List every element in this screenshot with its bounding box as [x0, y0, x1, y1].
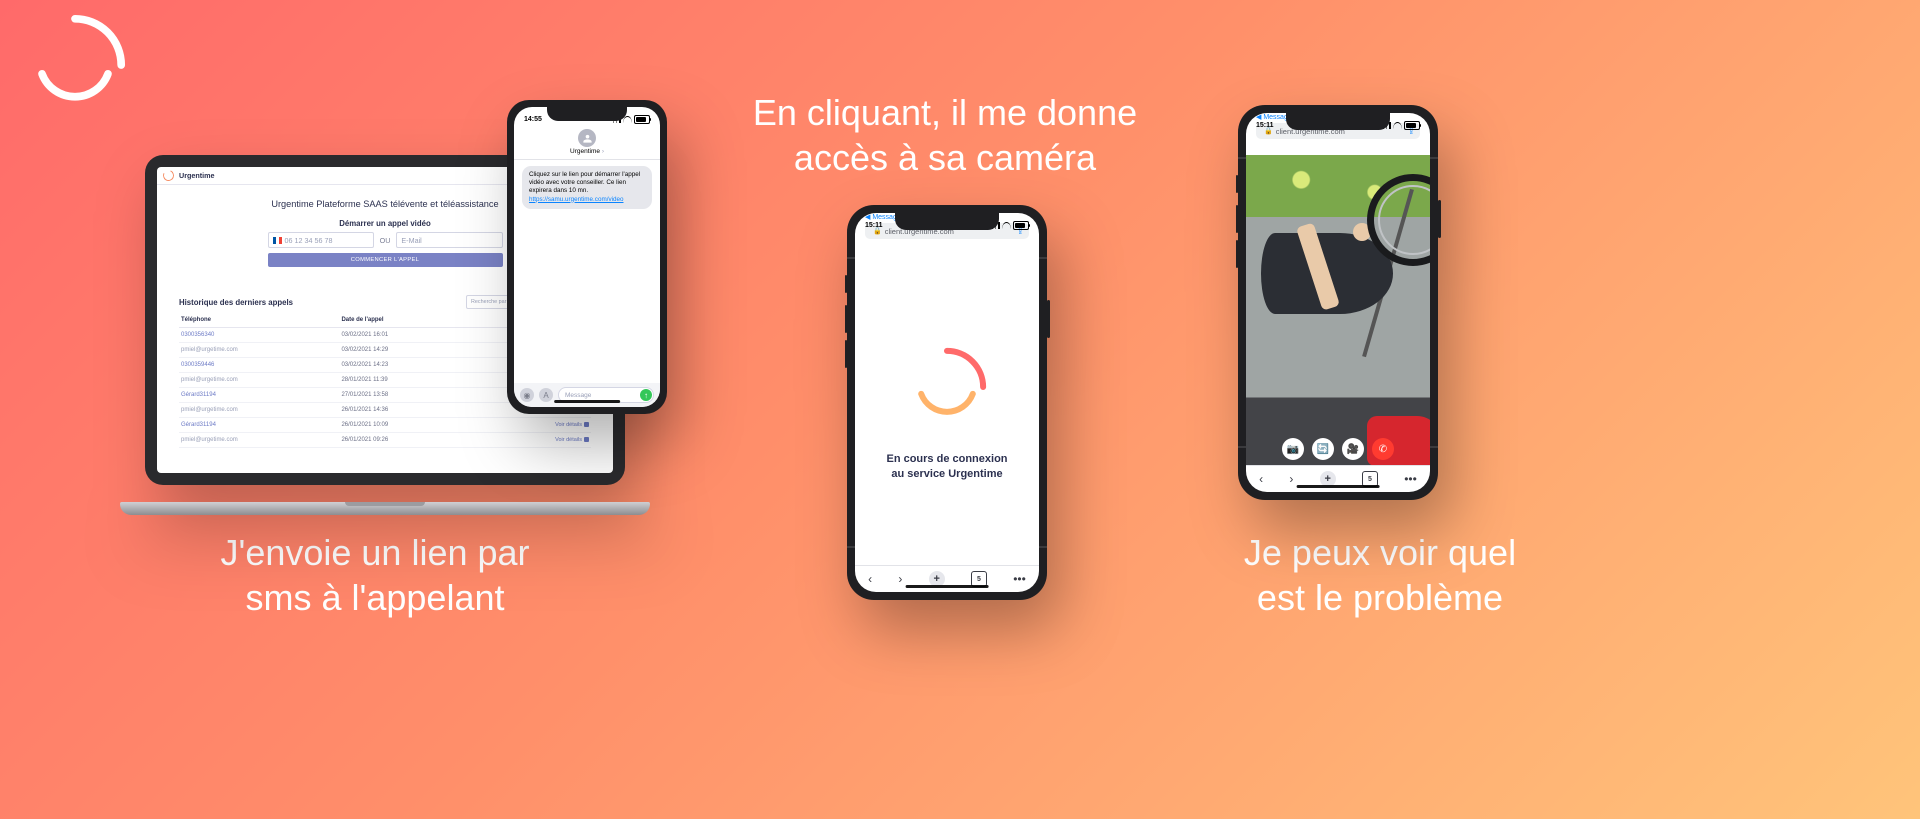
- battery-icon: [634, 115, 650, 124]
- home-indicator: [1297, 485, 1380, 488]
- caption-line: est le problème: [1257, 577, 1503, 618]
- wifi-icon: [1002, 222, 1011, 229]
- cell-who: pmiel@urgetime.com: [179, 433, 339, 448]
- loading-text: au service Urgentime: [891, 468, 1002, 480]
- table-row[interactable]: Gérard3119426/01/2021 10:09Voir détails: [179, 418, 591, 433]
- home-indicator: [906, 585, 989, 588]
- sms-input-placeholder: Message: [565, 392, 591, 399]
- clock: 15:11: [865, 222, 883, 229]
- caption-step3: Je peux voir quel est le problème: [1175, 530, 1585, 620]
- start-call-button[interactable]: COMMENCER L'APPEL: [268, 253, 503, 267]
- caption-line: J'envoie un lien par: [220, 532, 529, 573]
- cell-date: 26/01/2021 10:09: [339, 418, 473, 433]
- chevron-right-icon: ›: [602, 148, 604, 155]
- phone-loading-mockup: 15:11 ◀ Messages 🔒 client.urgentime.com …: [847, 205, 1047, 600]
- brand-name: Urgentime: [179, 171, 215, 180]
- cell-who: pmiel@urgetime.com: [179, 373, 339, 388]
- nav-back-icon[interactable]: ‹: [1259, 472, 1263, 486]
- snapshot-button[interactable]: 📷: [1282, 438, 1304, 460]
- clock: 14:55: [524, 116, 542, 123]
- phone-placeholder: 06 12 34 56 78: [285, 236, 333, 245]
- urgentime-logo: [20, 10, 130, 120]
- loading-text: En cours de connexion: [886, 453, 1007, 465]
- nav-forward-icon[interactable]: ›: [898, 572, 902, 586]
- email-input[interactable]: E-Mail: [396, 232, 502, 248]
- col-date: Date de l'appel: [339, 313, 473, 328]
- cell-date: 26/01/2021 09:26: [339, 433, 473, 448]
- cell-who: 0300356340: [179, 328, 339, 343]
- loading-view: En cours de connexion au service Urgenti…: [855, 259, 1039, 566]
- table-row[interactable]: pmiel@urgetime.com26/01/2021 09:26Voir d…: [179, 433, 591, 448]
- cell-report[interactable]: Voir détails: [473, 433, 591, 448]
- nav-more-icon[interactable]: •••: [1013, 572, 1026, 586]
- camera-icon[interactable]: ◉: [520, 388, 534, 402]
- cell-date: 28/01/2021 11:39: [339, 373, 473, 388]
- nav-back-icon[interactable]: ‹: [868, 572, 872, 586]
- battery-icon: [1013, 221, 1029, 230]
- switch-camera-button[interactable]: 🔄: [1312, 438, 1334, 460]
- cell-date: 03/02/2021 14:29: [339, 343, 473, 358]
- video-stream: 📷 🔄 🎥 ✆: [1246, 155, 1430, 466]
- appstore-icon[interactable]: A: [539, 388, 553, 402]
- cell-date: 26/01/2021 14:36: [339, 403, 473, 418]
- cell-who: pmiel@urgetime.com: [179, 403, 339, 418]
- col-phone: Téléphone: [179, 313, 339, 328]
- caption-step1: J'envoie un lien par sms à l'appelant: [170, 530, 580, 620]
- cell-date: 27/01/2021 13:58: [339, 388, 473, 403]
- cell-report[interactable]: Voir détails: [473, 418, 591, 433]
- clock: 15:11: [1256, 122, 1274, 129]
- sms-text: Cliquez sur le lien pour démarrer l'appe…: [529, 171, 640, 194]
- caption-line: accès à sa caméra: [794, 137, 1096, 178]
- nav-forward-icon[interactable]: ›: [1289, 472, 1293, 486]
- cell-who: Gérard31194: [179, 388, 339, 403]
- hangup-button[interactable]: ✆: [1372, 438, 1394, 460]
- or-separator: OU: [378, 236, 393, 245]
- cell-who: pmiel@urgetime.com: [179, 343, 339, 358]
- sms-compose-bar: ◉ A Message ↑: [514, 383, 660, 407]
- sms-link[interactable]: https://samu.urgentime.com/video: [529, 196, 624, 203]
- avatar-icon: [578, 129, 596, 147]
- nav-more-icon[interactable]: •••: [1404, 472, 1417, 486]
- starter-title: Démarrer un appel vidéo: [268, 219, 503, 228]
- contact-name: Urgentime: [570, 148, 600, 155]
- caption-line: sms à l'appelant: [245, 577, 504, 618]
- toggle-video-button[interactable]: 🎥: [1342, 438, 1364, 460]
- flag-fr-icon: [273, 237, 282, 244]
- history-title: Historique des derniers appels: [179, 298, 293, 307]
- caption-step2: En cliquant, il me donne accès à sa camé…: [700, 90, 1190, 180]
- cell-who: 0300359446: [179, 358, 339, 373]
- battery-icon: [1404, 121, 1420, 130]
- video-controls: 📷 🔄 🎥 ✆: [1246, 438, 1430, 460]
- phone-input[interactable]: 06 12 34 56 78: [268, 232, 374, 248]
- phone-video-mockup: 15:11 ◀ Messages 🔒 client.urgentime.com …: [1238, 105, 1438, 500]
- home-indicator: [554, 400, 620, 403]
- caption-line: Je peux voir quel: [1244, 532, 1516, 573]
- cell-date: 03/02/2021 16:01: [339, 328, 473, 343]
- phone-sms-mockup: 14:55 Urgentime › Cliquez sur le lien po…: [507, 100, 667, 414]
- cell-date: 03/02/2021 14:23: [339, 358, 473, 373]
- cell-who: Gérard31194: [179, 418, 339, 433]
- wifi-icon: [1393, 122, 1402, 129]
- caption-line: En cliquant, il me donne: [753, 92, 1137, 133]
- email-placeholder: E-Mail: [401, 236, 421, 245]
- send-button[interactable]: ↑: [640, 389, 652, 401]
- urgentime-logo-icon: [161, 168, 175, 182]
- sms-header: Urgentime ›: [514, 129, 660, 160]
- sms-bubble: Cliquez sur le lien pour démarrer l'appe…: [522, 166, 652, 209]
